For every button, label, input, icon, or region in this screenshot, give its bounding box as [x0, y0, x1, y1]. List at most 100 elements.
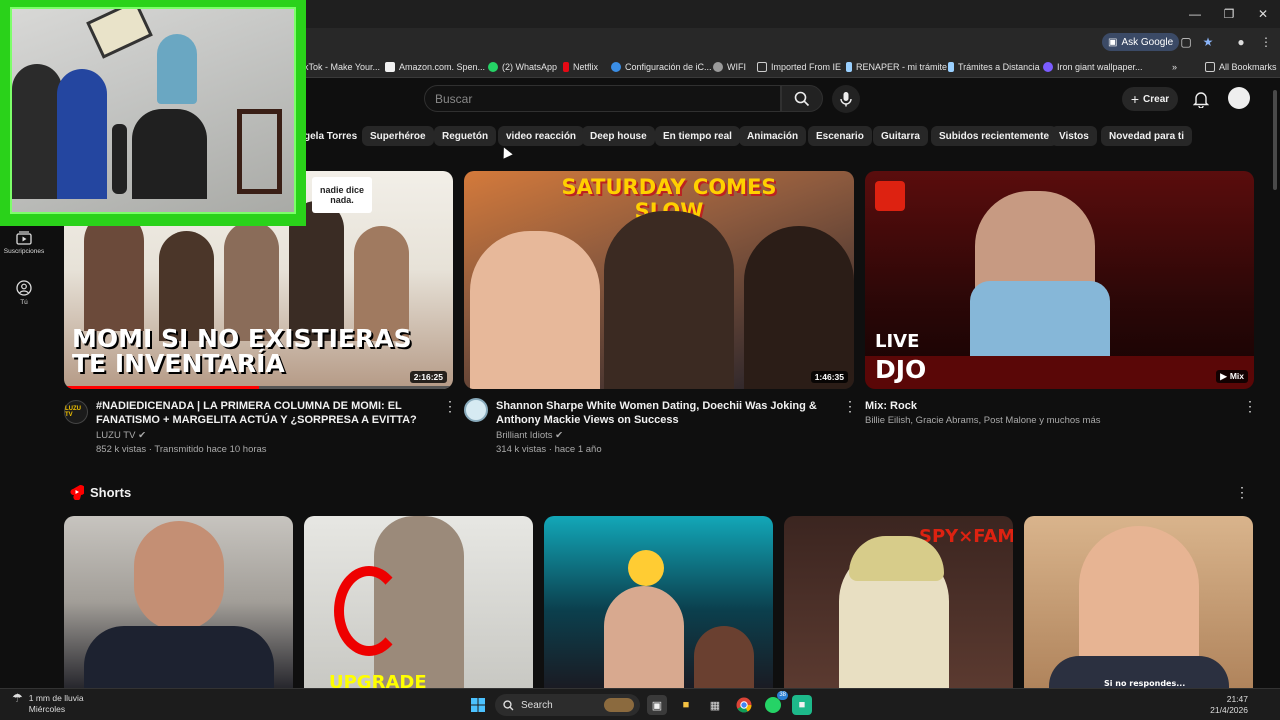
webcam-person [12, 64, 62, 199]
short-thumbnail[interactable] [64, 516, 293, 688]
windows-start-icon[interactable] [468, 695, 488, 715]
video-thumbnail[interactable]: SATURDAY COMES SLOW 1:46:35 [464, 171, 854, 389]
bookmark-favicon-icon [1043, 62, 1053, 72]
restore-icon[interactable]: ❐ [1212, 0, 1246, 28]
chip[interactable]: Deep house [582, 126, 655, 146]
stage-logo-icon [875, 181, 905, 211]
bookmark-folder[interactable]: Imported From IE [757, 60, 841, 74]
search-button[interactable] [781, 85, 823, 112]
mix-subtitle: Billie Eilish, Gracie Abrams, Post Malon… [865, 415, 1101, 426]
search-icon [794, 91, 810, 106]
webcam-person [157, 34, 197, 104]
notifications-button[interactable] [1190, 88, 1212, 110]
clock-date: 21/4/2026 [1210, 705, 1248, 715]
minimize-icon[interactable]: — [1178, 0, 1212, 28]
bookmark-star-icon[interactable]: ★ [1200, 34, 1216, 50]
file-explorer-icon[interactable]: ■ [676, 695, 696, 715]
tramites-icon [948, 62, 954, 72]
ask-google-button[interactable]: ▣ Ask Google [1102, 33, 1180, 51]
ask-google-label: Ask Google [1121, 36, 1174, 48]
thumbnail-person [694, 626, 754, 688]
more-options-icon[interactable]: ⋮ [443, 398, 457, 414]
channel-name[interactable]: Brilliant Idiots ✔ [496, 429, 563, 443]
mix-thumbnail[interactable]: LIVE DJO ▶ Mix [865, 171, 1254, 389]
all-bookmarks-button[interactable]: All Bookmarks [1205, 60, 1277, 74]
clock-time: 21:47 [1226, 694, 1248, 704]
weather-text: 1 mm de lluvia Miércoles [29, 693, 84, 715]
chip[interactable]: Animación [739, 126, 807, 146]
shorts-title: Shorts [90, 484, 132, 500]
app-icon[interactable]: ■ [792, 695, 812, 715]
video-duration: 1:46:35 [810, 371, 848, 383]
chip[interactable]: Vistos [1051, 126, 1097, 146]
whatsapp-icon[interactable]: 38 [763, 691, 788, 715]
short-thumbnail[interactable] [544, 516, 773, 688]
taskbar-search[interactable]: Search [495, 694, 640, 716]
page-scrollbar[interactable] [1270, 80, 1280, 688]
bookmark-item[interactable]: Amazon.com. Spen... [385, 60, 485, 74]
channel-avatar[interactable] [464, 398, 488, 422]
chip[interactable]: Superhéroe [362, 126, 434, 146]
close-icon[interactable]: ✕ [1246, 0, 1280, 28]
sidebar-item-subscriptions[interactable]: Suscripciones [0, 231, 48, 255]
short-thumbnail[interactable]: SPY×FAMILY [784, 516, 1013, 688]
channel-name-text: Brilliant Idiots [496, 430, 553, 441]
channel-name-text: LUZU TV [96, 430, 136, 441]
task-view-icon[interactable]: ▣ [647, 695, 667, 715]
bookmark-item[interactable]: (2) WhatsApp [488, 60, 557, 74]
bookmark-item[interactable]: Netflix [563, 60, 598, 74]
notification-badge: 38 [777, 691, 788, 700]
chrome-icon[interactable] [734, 695, 754, 715]
voice-search-button[interactable] [832, 85, 860, 113]
account-avatar[interactable] [1228, 87, 1250, 109]
channel-name[interactable]: LUZU TV ✔ [96, 429, 146, 443]
thumbnail-logo: nadie dice nada. [312, 177, 372, 213]
browser-menu-icon[interactable]: ⋮ [1258, 34, 1274, 50]
bookmark-item[interactable]: RENAPER - mi trámite [846, 60, 947, 74]
short-thumbnail[interactable]: Si no respondes... [1024, 516, 1253, 688]
sidebar-label: Tú [20, 299, 28, 306]
system-clock[interactable]: 21:47 21/4/2026 [1210, 694, 1248, 716]
chip[interactable]: video reacción [498, 126, 585, 146]
bookmark-item[interactable]: kTok - Make Your... [304, 60, 380, 74]
shorts-icon [70, 484, 84, 500]
create-button[interactable]: + Crear [1122, 87, 1178, 111]
profile-icon[interactable]: ● [1233, 34, 1249, 50]
verified-icon: ✔ [138, 430, 147, 441]
bookmark-item[interactable]: Trámites a Distancia [948, 60, 1040, 74]
sidebar-item-you[interactable]: Tú [0, 280, 48, 306]
store-icon[interactable]: ▦ [705, 695, 725, 715]
taskbar: ☂ 1 mm de lluvia Miércoles Search ▣ ■ ▦ … [0, 688, 1280, 720]
bookmark-item[interactable]: Configuración de iC... [611, 60, 712, 74]
more-options-icon[interactable]: ⋮ [843, 398, 857, 414]
thumbnail-shirt [970, 281, 1110, 356]
more-bookmarks-icon[interactable]: » [1172, 60, 1177, 74]
icloud-icon [611, 62, 621, 72]
video-title[interactable]: Mix: Rock [865, 399, 1225, 413]
thumbnail-person [470, 231, 600, 389]
more-options-icon[interactable]: ⋮ [1243, 398, 1257, 414]
chip[interactable]: Novedad para ti [1101, 126, 1193, 146]
bookmark-item[interactable]: WIFI [713, 60, 746, 74]
bookmark-item[interactable]: Iron giant wallpaper... [1043, 60, 1143, 74]
chip[interactable]: gela Torres [296, 126, 365, 146]
bookmark-label: Configuración de iC... [625, 62, 712, 72]
video-title[interactable]: Shannon Sharpe White Women Dating, Doech… [496, 399, 841, 427]
weather-widget[interactable]: ☂ 1 mm de lluvia Miércoles [12, 692, 84, 715]
scrollbar-thumb[interactable] [1273, 90, 1277, 190]
short-thumbnail[interactable]: UPGRADE [304, 516, 533, 688]
install-app-icon[interactable]: ▢ [1178, 34, 1194, 50]
chip[interactable]: Reguetón [434, 126, 497, 146]
shorts-header: Shorts [70, 484, 131, 500]
search-input[interactable] [425, 86, 780, 111]
chip[interactable]: Guitarra [873, 126, 928, 146]
weather-line2: Miércoles [28, 704, 66, 714]
bookmark-label: Netflix [573, 62, 599, 72]
chip[interactable]: Subidos recientemente [931, 126, 1058, 146]
channel-avatar[interactable]: LUZU TV [64, 400, 88, 424]
chip[interactable]: Escenario [808, 126, 872, 146]
more-options-icon[interactable]: ⋮ [1235, 484, 1249, 500]
video-title[interactable]: #NADIEDICENADA | LA PRIMERA COLUMNA DE M… [96, 399, 441, 427]
chip[interactable]: En tiempo real [655, 126, 740, 146]
globe-icon [713, 62, 723, 72]
